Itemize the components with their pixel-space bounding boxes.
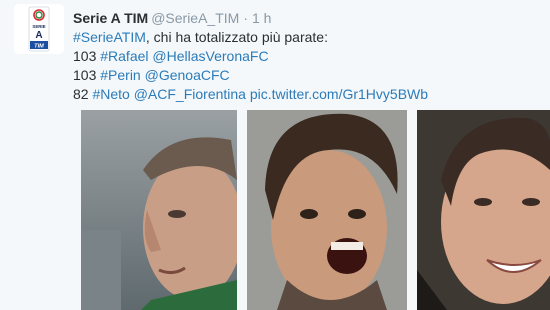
- serie-a-logo-icon: SERIE A TIM: [14, 4, 64, 54]
- mention-link[interactable]: @GenoaCFC: [145, 67, 230, 83]
- logo-text-serie: SERIE: [32, 24, 45, 29]
- tweet-timestamp[interactable]: 1 h: [252, 10, 271, 26]
- tweet-text-line: 103 #Perin @GenoaCFC: [73, 66, 428, 85]
- photo-neto[interactable]: [417, 110, 550, 310]
- author-handle[interactable]: @SerieA_TIM: [151, 10, 239, 26]
- tweet-text-segment: 103: [73, 48, 101, 64]
- tweet-media: [81, 110, 550, 310]
- serie-a-tim-avatar[interactable]: SERIE A TIM: [14, 4, 64, 54]
- tweet-text-segment: 103: [73, 67, 101, 83]
- tweet-text-line: 103 #Rafael @HellasVeronaFC: [73, 47, 428, 66]
- logo-text-tim: TIM: [34, 43, 44, 49]
- hashtag-link[interactable]: #Rafael: [100, 48, 148, 64]
- hashtag-link[interactable]: #Perin: [100, 67, 140, 83]
- hashtag-link[interactable]: #Neto: [92, 86, 129, 102]
- tweet-text-line: 82 #Neto @ACF_Fiorentina pic.twitter.com…: [73, 85, 428, 104]
- author-name[interactable]: Serie A TIM: [73, 10, 148, 26]
- tweet-text-segment: , chi ha totalizzato più parate:: [145, 29, 328, 45]
- logo-text-a: A: [35, 30, 42, 41]
- separator-dot: ·: [243, 10, 248, 26]
- tweet-header: Serie A TIM @SerieA_TIM · 1 h: [73, 9, 271, 27]
- tweet-text-line: #SerieATIM, chi ha totalizzato più parat…: [73, 28, 428, 47]
- mention-link[interactable]: @HellasVeronaFC: [152, 48, 268, 64]
- media-link[interactable]: pic.twitter.com/Gr1Hvy5BWb: [250, 86, 428, 102]
- photo-perin[interactable]: [247, 110, 407, 310]
- photo-rafael[interactable]: [81, 110, 237, 310]
- hashtag-link[interactable]: #SerieATIM: [73, 29, 146, 45]
- tweet: SERIE A TIM Serie A TIM @SerieA_TIM · 1 h #…: [0, 0, 550, 310]
- tweet-text: #SerieATIM, chi ha totalizzato più parat…: [73, 28, 428, 104]
- mention-link[interactable]: @ACF_Fiorentina: [134, 86, 246, 102]
- tweet-text-segment: 82: [73, 86, 93, 102]
